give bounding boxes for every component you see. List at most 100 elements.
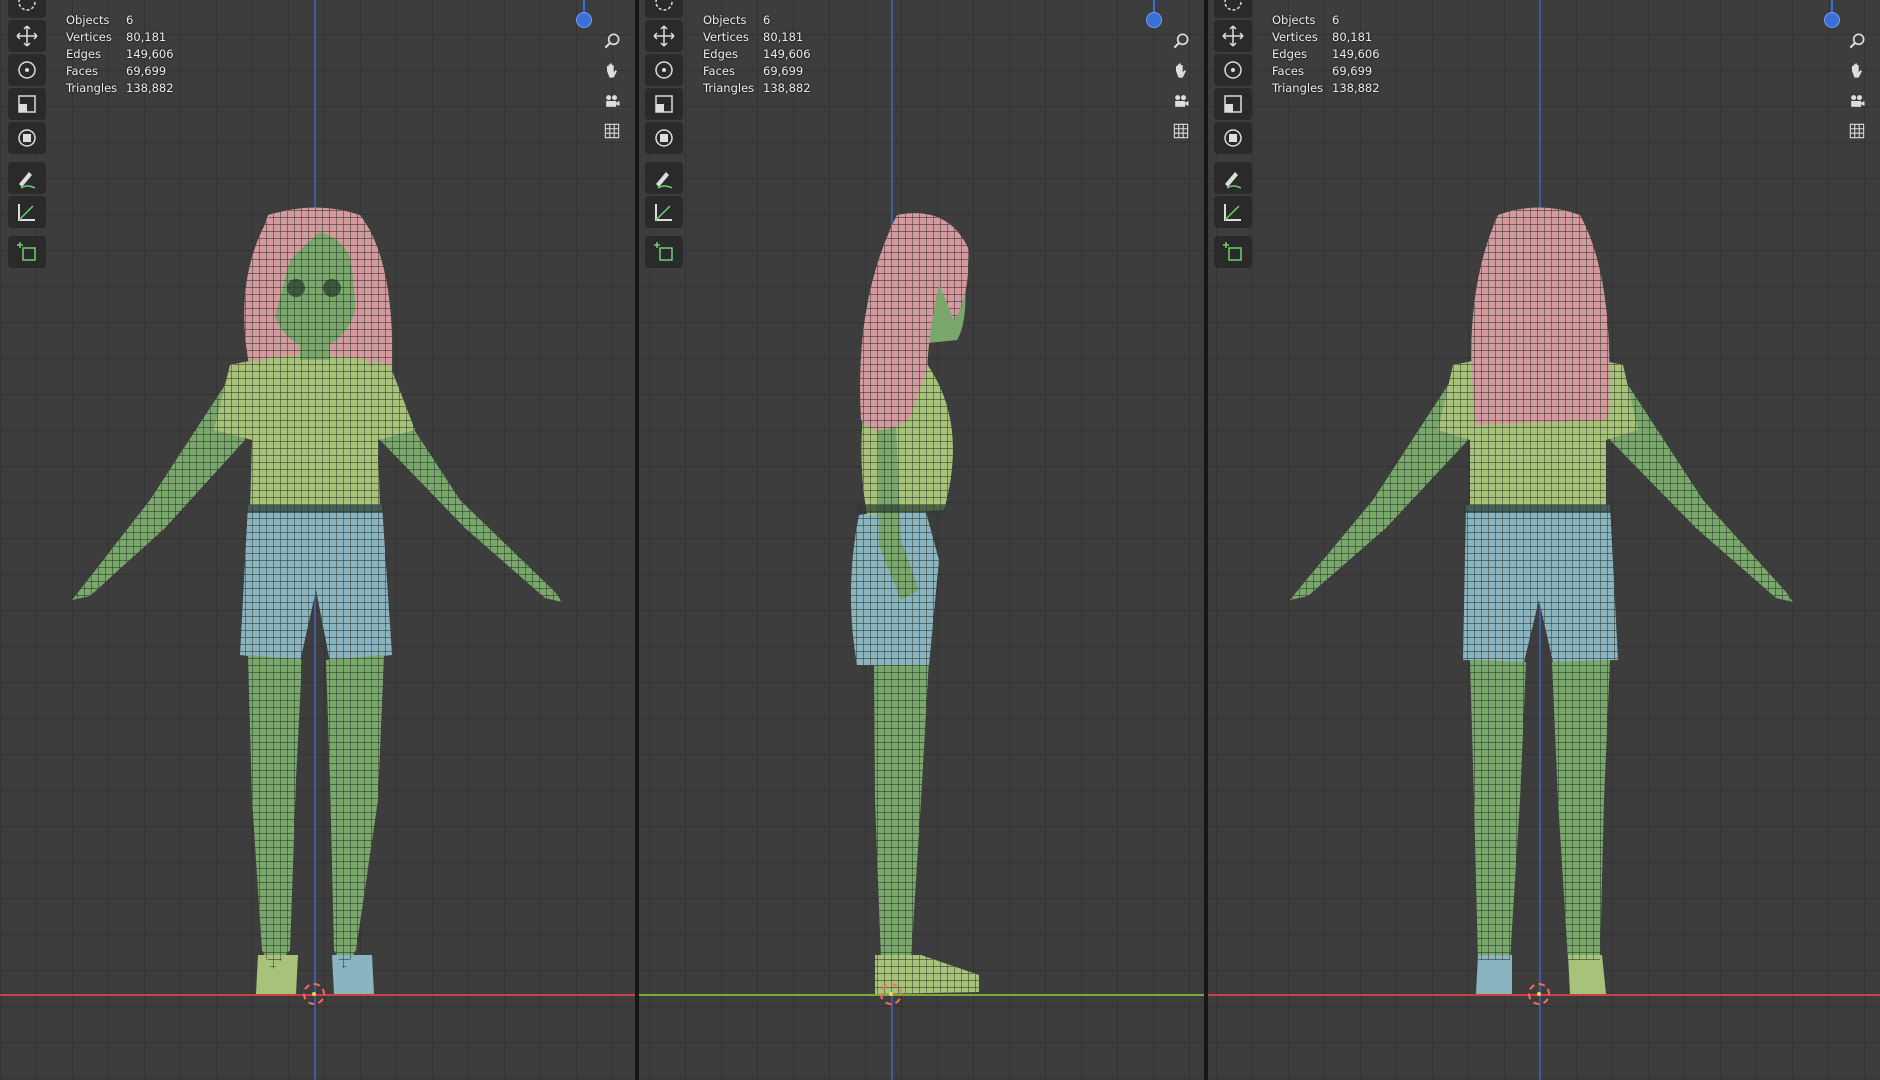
stat-value: 6 <box>126 13 134 27</box>
stat-value: 80,181 <box>763 30 804 44</box>
viewports-area: Objects 6 Vertices 80,181 Edges 149,606 Fac… <box>0 0 1880 1080</box>
stat-value: 80,181 <box>1332 30 1373 44</box>
statistics-overlay: Objects 6 Vertices 80,181 Edges 149,606 Fac… <box>1272 12 1380 97</box>
stat-label: Edges <box>1272 47 1307 61</box>
stat-label: Objects <box>1272 13 1316 27</box>
statistics-overlay: Objects 6 Vertices 80,181 Edges 149,606 Fac… <box>703 12 811 97</box>
rotate-icon <box>1224 61 1242 79</box>
pan-button[interactable] <box>599 58 625 84</box>
stat-label: Faces <box>703 64 735 78</box>
scale-icon <box>18 95 36 113</box>
measure-tool[interactable] <box>645 196 683 228</box>
annotate-icon <box>19 172 36 189</box>
stat-value: 6 <box>1332 13 1340 27</box>
zoom-button[interactable] <box>1168 28 1194 54</box>
transform-tool[interactable] <box>1214 122 1252 154</box>
camera-icon <box>1175 95 1189 107</box>
character-model-back <box>1290 207 1793 994</box>
transform-icon <box>655 129 673 147</box>
transform-icon <box>18 129 36 147</box>
annotate-tool[interactable] <box>1214 162 1252 194</box>
transform-icon <box>1224 129 1242 147</box>
measure-tool[interactable] <box>8 196 46 228</box>
annotate-tool[interactable] <box>645 162 683 194</box>
annotate-tool[interactable] <box>8 162 46 194</box>
stat-label: Triangles <box>66 81 118 95</box>
zoom-icon <box>1173 33 1189 49</box>
add-cube-icon <box>654 242 673 261</box>
viewport-side[interactable]: Objects 6 Vertices 80,181 Edges 149,606 Fac… <box>639 0 1204 1080</box>
add-cube-icon <box>1223 242 1242 261</box>
grid-icon <box>1173 123 1189 139</box>
stat-value: 69,699 <box>126 64 167 78</box>
rotate-tool[interactable] <box>8 54 46 86</box>
statistics-overlay: Objects 6 Vertices 80,181 Edges 149,606 Fac… <box>66 12 174 97</box>
measure-icon <box>655 204 672 221</box>
move-tool[interactable] <box>8 20 46 52</box>
rotate-tool[interactable] <box>645 54 683 86</box>
stat-label: Vertices <box>66 30 112 44</box>
object-origin[interactable] <box>303 983 325 1005</box>
transform-tool[interactable] <box>645 122 683 154</box>
stat-value: 69,699 <box>1332 64 1373 78</box>
measure-icon <box>18 204 35 221</box>
stat-label: Faces <box>1272 64 1304 78</box>
transform-tool[interactable] <box>8 122 46 154</box>
camera-button[interactable] <box>599 88 625 114</box>
stat-value: 149,606 <box>126 47 174 61</box>
stat-label: Objects <box>66 13 110 27</box>
measure-tool[interactable] <box>1214 196 1252 228</box>
add-cube-tool[interactable] <box>1214 236 1252 268</box>
cursor-icon <box>655 0 673 11</box>
zoom-button[interactable] <box>1844 28 1870 54</box>
add-cube-icon <box>17 242 36 261</box>
viewport-back[interactable]: Objects 6 Vertices 80,181 Edges 149,606 Fac… <box>1208 0 1880 1080</box>
pan-button[interactable] <box>1168 58 1194 84</box>
move-icon <box>1222 25 1244 47</box>
grid-toggle-button[interactable] <box>1168 118 1194 144</box>
grid-icon <box>1849 123 1865 139</box>
stat-label: Triangles <box>703 81 755 95</box>
grid-toggle-button[interactable] <box>599 118 625 144</box>
add-cube-tool[interactable] <box>8 236 46 268</box>
stat-value: 138,882 <box>1332 81 1380 95</box>
cursor-tool[interactable] <box>645 0 683 18</box>
scale-tool[interactable] <box>645 88 683 120</box>
move-icon <box>653 25 675 47</box>
stat-label: Triangles <box>1272 81 1324 95</box>
stat-label: Vertices <box>703 30 749 44</box>
move-tool[interactable] <box>1214 20 1252 52</box>
axis-gizmo-z[interactable] <box>576 12 592 28</box>
stat-label: Objects <box>703 13 747 27</box>
cursor-icon <box>18 0 36 11</box>
rotate-icon <box>655 61 673 79</box>
stat-value: 138,882 <box>763 81 811 95</box>
axis-gizmo-z[interactable] <box>1146 12 1162 28</box>
cursor-icon <box>1224 0 1242 11</box>
zoom-button[interactable] <box>599 28 625 54</box>
scale-tool[interactable] <box>8 88 46 120</box>
rotate-tool[interactable] <box>1214 54 1252 86</box>
scale-tool[interactable] <box>1214 88 1252 120</box>
annotate-icon <box>1225 172 1242 189</box>
add-cube-tool[interactable] <box>645 236 683 268</box>
camera-button[interactable] <box>1844 88 1870 114</box>
character-model-side <box>850 213 979 994</box>
grid-toggle-button[interactable] <box>1844 118 1870 144</box>
stat-value: 149,606 <box>763 47 811 61</box>
stat-value: 80,181 <box>126 30 167 44</box>
pan-button[interactable] <box>1844 58 1870 84</box>
move-tool[interactable] <box>645 20 683 52</box>
axis-gizmo-z[interactable] <box>1824 12 1840 28</box>
object-origin[interactable] <box>1528 983 1550 1005</box>
object-origin[interactable] <box>880 983 902 1005</box>
character-model-front <box>72 207 562 994</box>
pan-icon <box>1176 63 1186 78</box>
camera-icon <box>606 95 620 107</box>
cursor-tool[interactable] <box>8 0 46 18</box>
viewport-front[interactable]: Objects 6 Vertices 80,181 Edges 149,606 Fac… <box>0 0 635 1080</box>
cursor-tool[interactable] <box>1214 0 1252 18</box>
annotate-icon <box>656 172 673 189</box>
camera-button[interactable] <box>1168 88 1194 114</box>
stat-label: Vertices <box>1272 30 1318 44</box>
